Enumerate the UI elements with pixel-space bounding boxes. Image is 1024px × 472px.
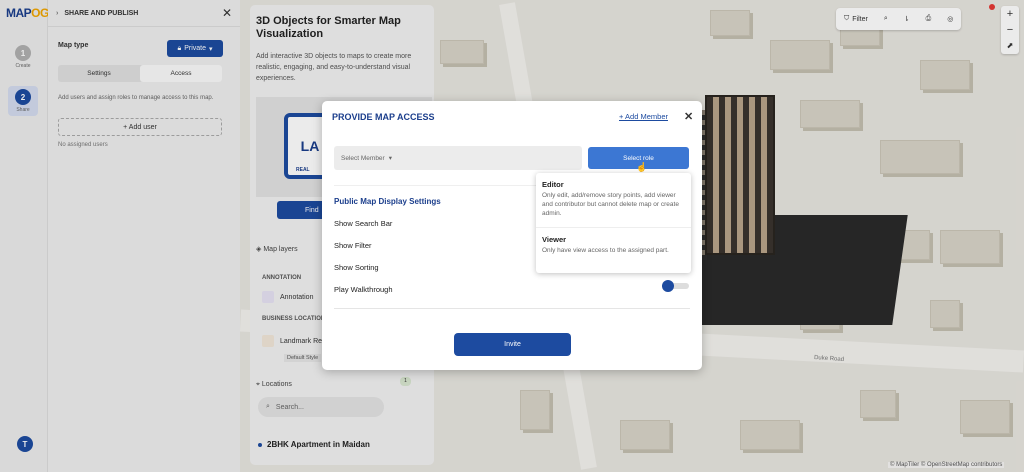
setting-show-filter: Show Filter [334,241,372,250]
pointer-cursor-icon: ☝ [636,162,648,172]
toggle-knob [662,280,674,292]
select-member-dropdown[interactable]: Select Member ▾ [334,146,582,170]
invite-button[interactable]: Invite [454,333,571,356]
setting-show-search-bar: Show Search Bar [334,219,393,228]
role-option-viewer[interactable]: Viewer Only have view access to the assi… [542,235,687,255]
setting-show-sorting: Show Sorting [334,263,379,272]
role-option-editor[interactable]: Editor Only edit, add/remove story point… [542,180,687,218]
play-walkthrough-toggle[interactable] [662,280,689,292]
add-member-link[interactable]: + Add Member [619,112,668,121]
divider [334,308,690,309]
role-dropdown: Editor Only edit, add/remove story point… [536,173,691,273]
close-icon[interactable]: ✕ [684,110,693,123]
dialog-title: PROVIDE MAP ACCESS [332,112,435,122]
divider [536,227,691,228]
setting-play-walkthrough: Play Walkthrough [334,285,393,294]
settings-heading: Public Map Display Settings [334,197,441,206]
chevron-down-icon: ▾ [388,155,392,162]
